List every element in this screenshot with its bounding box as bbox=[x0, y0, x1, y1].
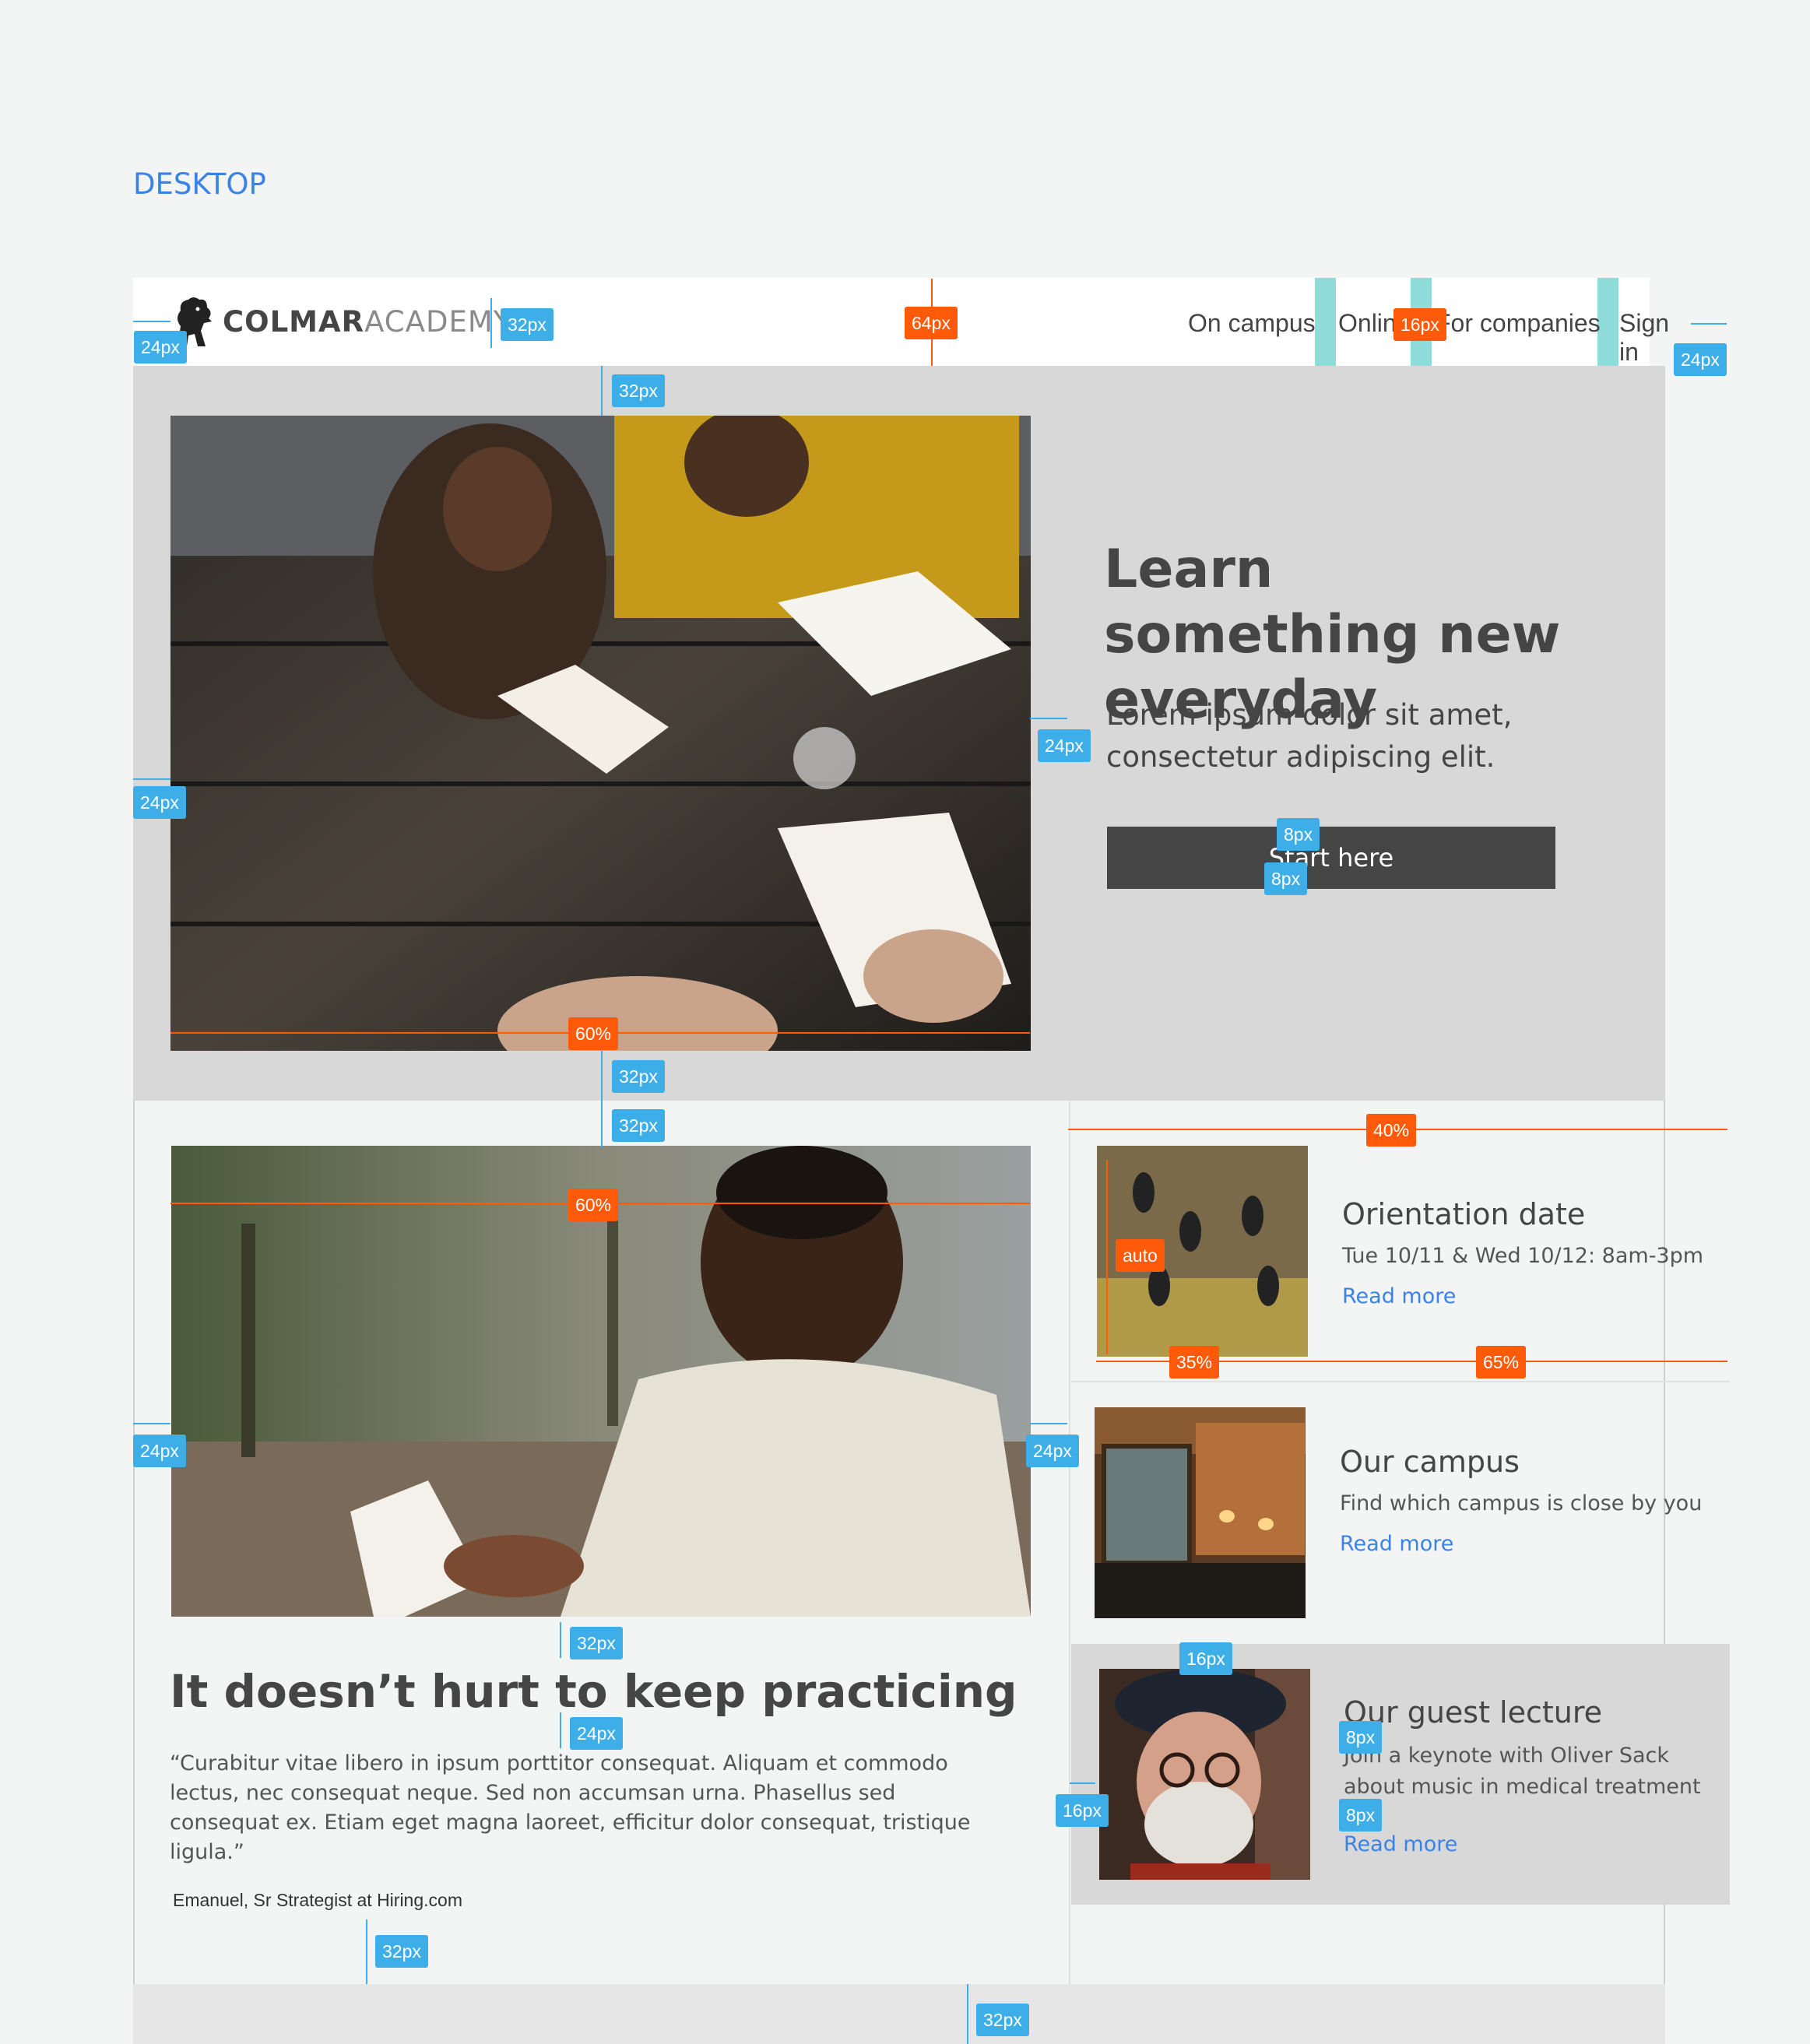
spec-tag: 32px bbox=[501, 308, 554, 341]
spec-tag: 24px bbox=[570, 1717, 623, 1750]
measure-line bbox=[133, 1423, 170, 1424]
spec-tag: 16px bbox=[1056, 1794, 1109, 1827]
card-campus: Our campus Find which campus is close by… bbox=[1071, 1382, 1730, 1644]
spec-tag: 32px bbox=[612, 1109, 665, 1142]
card-guest-lecture: Our guest lecture Join a keynote with Ol… bbox=[1071, 1644, 1730, 1905]
spec-tag: 35% bbox=[1169, 1346, 1220, 1378]
spec-tag: 60% bbox=[568, 1017, 619, 1050]
column-divider bbox=[1069, 1101, 1070, 1984]
spec-tag: 64px bbox=[905, 307, 958, 339]
logo[interactable]: COLMARACADEMY bbox=[170, 295, 511, 348]
spec-tag: 24px bbox=[1038, 729, 1091, 762]
read-more-link[interactable]: Read more bbox=[1340, 1532, 1453, 1556]
hero-photo bbox=[170, 416, 1031, 1051]
spec-tag: 24px bbox=[134, 331, 187, 363]
spec-tag: 24px bbox=[1026, 1435, 1079, 1467]
view-label: DESKTOP bbox=[133, 167, 266, 201]
measure-line bbox=[133, 321, 170, 322]
measure-line bbox=[133, 778, 170, 780]
measure-line bbox=[1691, 323, 1727, 325]
measure-line bbox=[601, 1051, 603, 1147]
testimonial-author: Emanuel, Sr Strategist at Hiring.com bbox=[173, 1890, 462, 1910]
card-desc: Find which campus is close by you bbox=[1340, 1491, 1703, 1515]
nav-for-companies[interactable]: For companies bbox=[1436, 309, 1601, 338]
spec-tag: 32px bbox=[570, 1627, 623, 1659]
card-desc: Tue 10/11 & Wed 10/12: 8am-3pm bbox=[1342, 1244, 1704, 1268]
spec-tag: 32px bbox=[612, 374, 665, 407]
spec-tag: 32px bbox=[976, 2004, 1029, 2036]
spec-tag: 65% bbox=[1476, 1346, 1527, 1378]
measure-line bbox=[490, 298, 492, 348]
spec-tag: 8px bbox=[1277, 818, 1320, 851]
measure-line bbox=[560, 1622, 561, 1658]
spacing-guide bbox=[1597, 278, 1618, 366]
hero-section: Learn something new everyday Lorem ipsum… bbox=[133, 366, 1665, 1101]
nav-on-campus[interactable]: On campus bbox=[1188, 309, 1316, 338]
read-more-link[interactable]: Read more bbox=[1342, 1284, 1456, 1308]
hero-subtitle: Lorem ipsum dolor sit amet, consectetur … bbox=[1106, 698, 1513, 774]
nav-sign-in[interactable]: Sign in bbox=[1619, 309, 1669, 367]
measure-line bbox=[601, 366, 603, 416]
measure-line bbox=[366, 1919, 367, 1984]
spec-tag: auto bbox=[1116, 1239, 1165, 1272]
spacing-guide bbox=[1315, 278, 1336, 366]
logo-bold: COLMAR bbox=[223, 304, 365, 339]
card-desc: Join a keynote with Oliver Sack about mu… bbox=[1344, 1744, 1701, 1799]
measure-line bbox=[1030, 718, 1067, 719]
card-title: Our guest lecture bbox=[1344, 1695, 1603, 1730]
footer-band bbox=[133, 1984, 1665, 2044]
card-image-lecture bbox=[1099, 1669, 1310, 1880]
spec-tag: 24px bbox=[133, 1435, 186, 1467]
measure-line bbox=[560, 1712, 561, 1748]
measure-line bbox=[1106, 1160, 1108, 1354]
measure-line bbox=[1070, 1782, 1095, 1784]
spec-tag: 16px bbox=[1179, 1642, 1232, 1675]
spec-tag: 60% bbox=[568, 1189, 619, 1221]
start-here-button[interactable]: Start here bbox=[1107, 827, 1555, 889]
card-title: Orientation date bbox=[1342, 1197, 1586, 1231]
spec-tag: 8px bbox=[1339, 1721, 1383, 1754]
practice-title: It doesn’t hurt to keep practicing bbox=[170, 1665, 1017, 1718]
spec-tag: 8px bbox=[1339, 1799, 1383, 1832]
card-title: Our campus bbox=[1340, 1445, 1520, 1479]
spec-tag: 40% bbox=[1366, 1114, 1417, 1147]
spec-tag: 24px bbox=[133, 786, 186, 819]
measure-line bbox=[1030, 1423, 1067, 1424]
logo-light: ACADEMY bbox=[364, 304, 512, 339]
read-more-link[interactable]: Read more bbox=[1344, 1832, 1457, 1856]
measure-line bbox=[967, 1984, 968, 2044]
testimonial-quote: “Curabitur vitae libero in ipsum porttit… bbox=[170, 1751, 971, 1864]
card-image-campus bbox=[1095, 1407, 1306, 1618]
spec-tag: 32px bbox=[612, 1060, 665, 1093]
spec-tag: 32px bbox=[375, 1935, 428, 1968]
content-section: It doesn’t hurt to keep practicing “Cura… bbox=[133, 1101, 1730, 1984]
logo-text: COLMARACADEMY bbox=[223, 305, 511, 339]
spec-tag: 16px bbox=[1394, 308, 1446, 341]
spec-tag: 8px bbox=[1264, 862, 1308, 895]
spec-tag: 24px bbox=[1674, 343, 1727, 376]
